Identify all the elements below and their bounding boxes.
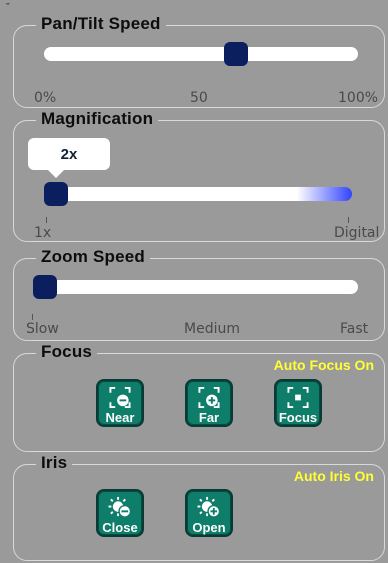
zoom-speed-label-max: Fast (340, 321, 369, 337)
magnification-title: Magnification (36, 108, 159, 130)
focus-panel: Focus Auto Focus On Near Far Focus (13, 341, 385, 452)
iris-open-button[interactable]: Open (185, 489, 233, 537)
magnification-tick-min (46, 217, 47, 223)
focus-status: Auto Focus On (273, 357, 374, 373)
zoom-speed-track[interactable] (33, 280, 358, 294)
focus-near-button[interactable]: Near (96, 379, 144, 427)
iris-status: Auto Iris On (293, 468, 374, 484)
focus-near-icon (109, 386, 131, 409)
pan-tilt-panel: Pan/Tilt Speed 0% 50 100% (13, 13, 385, 108)
corner-mark: ˇ (6, 2, 10, 14)
magnification-value: 2x (60, 145, 78, 163)
focus-title: Focus (36, 341, 98, 363)
pan-tilt-track[interactable] (44, 47, 358, 61)
magnification-thumb[interactable] (44, 182, 68, 206)
zoom-speed-panel: Zoom Speed Slow Medium Fast (13, 246, 385, 341)
iris-title: Iris (36, 452, 73, 474)
zoom-speed-thumb[interactable] (33, 275, 57, 299)
pan-tilt-label-min: 0% (34, 90, 57, 106)
zoom-speed-tick-min (32, 314, 33, 320)
pan-tilt-label-max: 100% (338, 90, 379, 106)
focus-far-button[interactable]: Far (185, 379, 233, 427)
zoom-speed-label-min: Slow (26, 321, 59, 337)
focus-far-icon (198, 386, 220, 409)
magnification-label-max: Digital (334, 225, 380, 241)
iris-close-icon (108, 496, 132, 518)
auto-focus-label: Focus (278, 410, 318, 425)
iris-open-icon (197, 496, 221, 518)
pan-tilt-title: Pan/Tilt Speed (36, 13, 166, 35)
magnification-panel: Magnification 2x 1x Digital (13, 108, 385, 242)
zoom-speed-title: Zoom Speed (36, 246, 151, 268)
focus-far-label: Far (198, 410, 220, 425)
magnification-label-min: 1x (34, 225, 52, 241)
iris-panel: Iris Auto Iris On Close Open (13, 452, 385, 561)
pan-tilt-label-mid: 50 (190, 90, 208, 106)
zoom-speed-label-mid: Medium (184, 321, 240, 337)
iris-open-label: Open (192, 520, 226, 535)
focus-frame-icon (287, 386, 309, 409)
focus-near-label: Near (105, 410, 135, 425)
magnification-value-tooltip: 2x (28, 138, 110, 178)
magnification-track[interactable] (46, 187, 352, 201)
magnification-tick-max (348, 217, 349, 223)
auto-focus-button[interactable]: Focus (274, 379, 322, 427)
pan-tilt-thumb[interactable] (223, 42, 248, 66)
iris-close-label: Close (102, 520, 138, 535)
iris-close-button[interactable]: Close (96, 489, 144, 537)
